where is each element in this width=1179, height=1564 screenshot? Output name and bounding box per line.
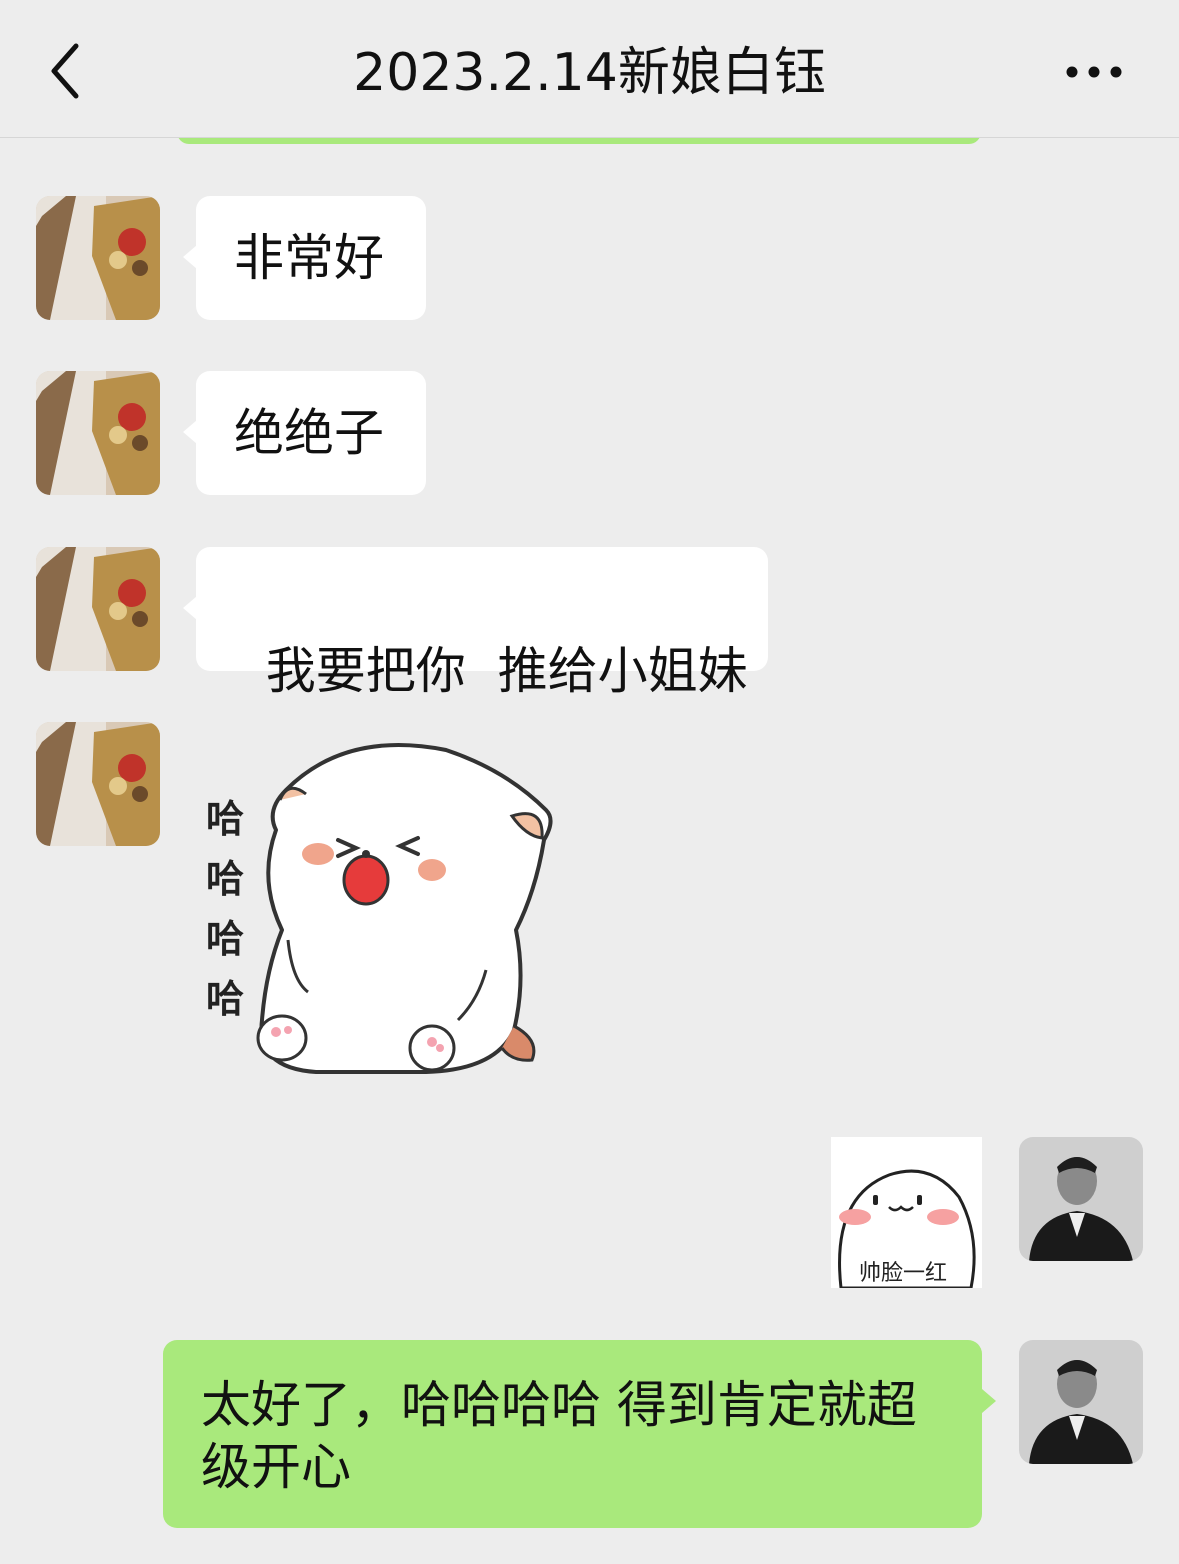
sticker-text: 哈 [206,977,245,1021]
contact-avatar[interactable] [36,371,160,495]
avatar-photo [1019,1340,1143,1464]
message-text: 我要把你 推给小姐妹 [265,642,748,700]
more-button[interactable] [1062,52,1126,92]
message-text: 绝绝子 [234,404,384,462]
contact-avatar[interactable] [36,722,160,846]
incoming-message-bubble[interactable]: 绝绝子 [196,371,426,495]
message-text-line: 太好了，哈哈哈哈 得到肯定就超 [201,1376,917,1434]
my-avatar[interactable] [1019,1137,1143,1261]
contact-avatar[interactable] [36,196,160,320]
chat-header: 2023.2.14新娘白钰 [0,0,1179,138]
sticker-text: 哈 [206,917,245,961]
blushing-face-sticker[interactable]: 帅脸一红 [831,1137,982,1288]
more-dots-icon [1066,66,1122,78]
sticker-text: 哈 [206,857,245,901]
chat-title: 2023.2.14新娘白钰 [353,43,826,103]
avatar-photo [36,196,160,320]
outgoing-message-bubble[interactable]: 太好了，哈哈哈哈 得到肯定就超 级开心 [163,1340,982,1528]
avatar-photo [36,547,160,671]
my-avatar[interactable] [1019,1340,1143,1464]
bubble-tail [183,245,197,269]
bubble-tail [982,1389,996,1413]
avatar-photo [36,722,160,846]
sticker-text: 哈 [206,797,245,841]
avatar-photo [1019,1137,1143,1261]
avatar-photo [36,371,160,495]
contact-avatar[interactable] [36,547,160,671]
message-text: 非常好 [234,229,384,287]
sticker-caption: 帅脸一红 [859,1261,948,1286]
incoming-message-bubble[interactable]: 我要把你 推给小姐妹 [196,547,768,700]
bubble-tail [183,596,197,620]
message-text-line: 级开心 [201,1438,351,1496]
incoming-message-bubble[interactable]: 非常好 [196,196,426,320]
bubble-tail [183,420,197,444]
laughing-cat-icon [256,743,553,1074]
laughing-cat-sticker[interactable] [196,730,566,1080]
